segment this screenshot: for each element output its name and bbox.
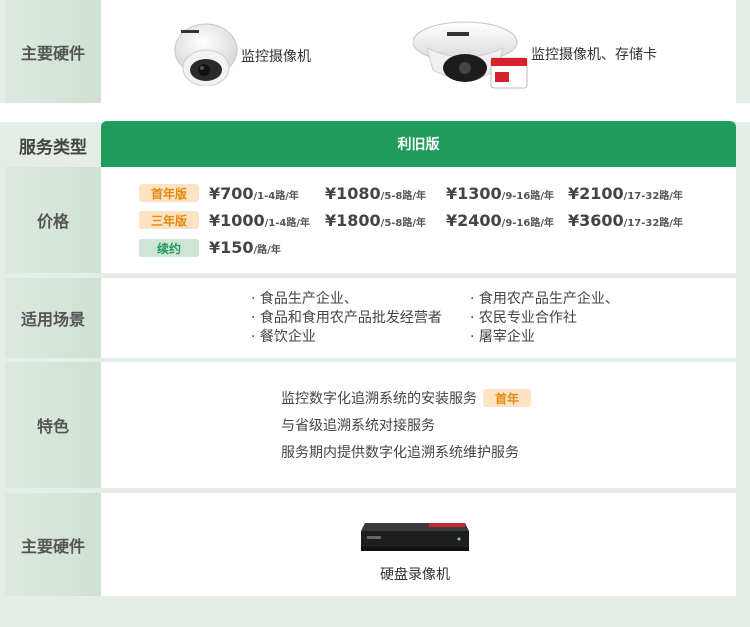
row-label: 主要硬件	[5, 493, 101, 596]
service-type-header: 利旧版	[101, 121, 736, 167]
row-separator	[0, 103, 750, 122]
price-amount: ¥700	[209, 184, 254, 203]
hardware-item-label: 监控摄像机	[241, 49, 311, 65]
hardware-content: 硬盘录像机	[101, 493, 736, 596]
price-unit: /5-8路/年	[380, 191, 427, 202]
scenario-list-left: · 食品生产企业、 · 食品和食用农产品批发经营者 · 餐饮企业	[251, 290, 442, 347]
hardware-row-bottom: 主要硬件 硬盘录像机	[5, 493, 736, 596]
scenario-item: · 食用农产品生产企业、	[470, 291, 619, 307]
scenarios-content: · 食品生产企业、 · 食品和食用农产品批发经营者 · 餐饮企业 · 食用农产品…	[101, 278, 736, 358]
hardware-content: 监控摄像机 监控摄像机、存储卡	[101, 0, 736, 103]
price-item: ¥2400/9-16路/年	[446, 211, 554, 230]
price-item: ¥3600/17-32路/年	[568, 211, 683, 230]
ptz-camera-icon	[413, 21, 528, 89]
price-amount: ¥150	[209, 238, 254, 257]
price-unit: /1-4路/年	[253, 191, 299, 202]
feature-text: 监控数字化追溯系统的安装服务	[281, 391, 477, 407]
price-amount: ¥3600	[568, 211, 624, 230]
dome-camera-icon	[174, 23, 238, 86]
price-row: 价格 首年版 ¥700/1-4路/年 ¥1080/5-8路/年 ¥1300/9-…	[5, 167, 736, 273]
row-label: 特色	[5, 362, 101, 488]
row-label: 价格	[5, 167, 101, 273]
row-label: 主要硬件	[5, 0, 101, 103]
price-content: 首年版 ¥700/1-4路/年 ¥1080/5-8路/年 ¥1300/9-16路…	[101, 167, 736, 273]
feature-tag: 首年	[483, 389, 531, 407]
hardware-item-label: 硬盘录像机	[380, 567, 450, 583]
price-item: ¥150/路/年	[209, 238, 281, 257]
feature-item: 监控数字化追溯系统的安装服务 首年	[281, 388, 531, 408]
price-amount: ¥2400	[446, 211, 502, 230]
plan-tag: 续约	[139, 239, 199, 257]
price-line: 首年版	[139, 183, 199, 203]
price-item: ¥1080/5-8路/年	[325, 184, 426, 203]
features-row: 特色 监控数字化追溯系统的安装服务 首年 与省级追溯系统对接服务 服务期内提供数…	[5, 362, 736, 488]
nvr-recorder-icon	[361, 523, 469, 551]
price-item: ¥1300/9-16路/年	[446, 184, 554, 203]
feature-text: 与省级追溯系统对接服务	[281, 418, 435, 434]
price-unit: /9-16路/年	[501, 191, 555, 202]
hardware-item-label: 监控摄像机、存储卡	[531, 47, 657, 63]
price-amount: ¥1080	[325, 184, 381, 203]
price-unit: /路/年	[253, 245, 281, 256]
price-amount: ¥1300	[446, 184, 502, 203]
row-label: 适用场景	[5, 278, 101, 358]
price-unit: /17-32路/年	[623, 218, 683, 229]
feature-item: 服务期内提供数字化追溯系统维护服务	[281, 442, 519, 462]
scenario-item: · 食品和食用农产品批发经营者	[251, 310, 442, 326]
price-amount: ¥1000	[209, 211, 265, 230]
plan-tag: 三年版	[139, 211, 199, 229]
price-amount: ¥1800	[325, 211, 381, 230]
scenarios-row: 适用场景 · 食品生产企业、 · 食品和食用农产品批发经营者 · 餐饮企业 · …	[5, 278, 736, 358]
scenario-item: · 餐饮企业	[251, 329, 316, 345]
plan-tag: 首年版	[139, 184, 199, 202]
price-line: 三年版	[139, 210, 199, 230]
scenario-item: · 食品生产企业、	[251, 291, 358, 307]
price-unit: /9-16路/年	[501, 218, 555, 229]
price-line: 续约	[139, 238, 199, 258]
scenario-list-right: · 食用农产品生产企业、 · 农民专业合作社 · 屠宰企业	[470, 290, 619, 347]
feature-item: 与省级追溯系统对接服务	[281, 415, 435, 435]
scenario-item: · 农民专业合作社	[470, 310, 577, 326]
price-item: ¥700/1-4路/年	[209, 184, 299, 203]
feature-text: 服务期内提供数字化追溯系统维护服务	[281, 445, 519, 461]
service-type-label: 服务类型	[19, 137, 87, 158]
price-unit: /17-32路/年	[623, 191, 683, 202]
scenario-item: · 屠宰企业	[470, 329, 535, 345]
price-unit: /1-4路/年	[264, 218, 311, 229]
hardware-row-top: 主要硬件 监控摄像机 监控摄像机、存储卡	[5, 0, 736, 103]
price-amount: ¥2100	[568, 184, 624, 203]
price-item: ¥2100/17-32路/年	[568, 184, 683, 203]
features-content: 监控数字化追溯系统的安装服务 首年 与省级追溯系统对接服务 服务期内提供数字化追…	[101, 362, 736, 488]
price-item: ¥1000/1-4路/年	[209, 211, 310, 230]
price-item: ¥1800/5-8路/年	[325, 211, 426, 230]
price-unit: /5-8路/年	[380, 218, 427, 229]
